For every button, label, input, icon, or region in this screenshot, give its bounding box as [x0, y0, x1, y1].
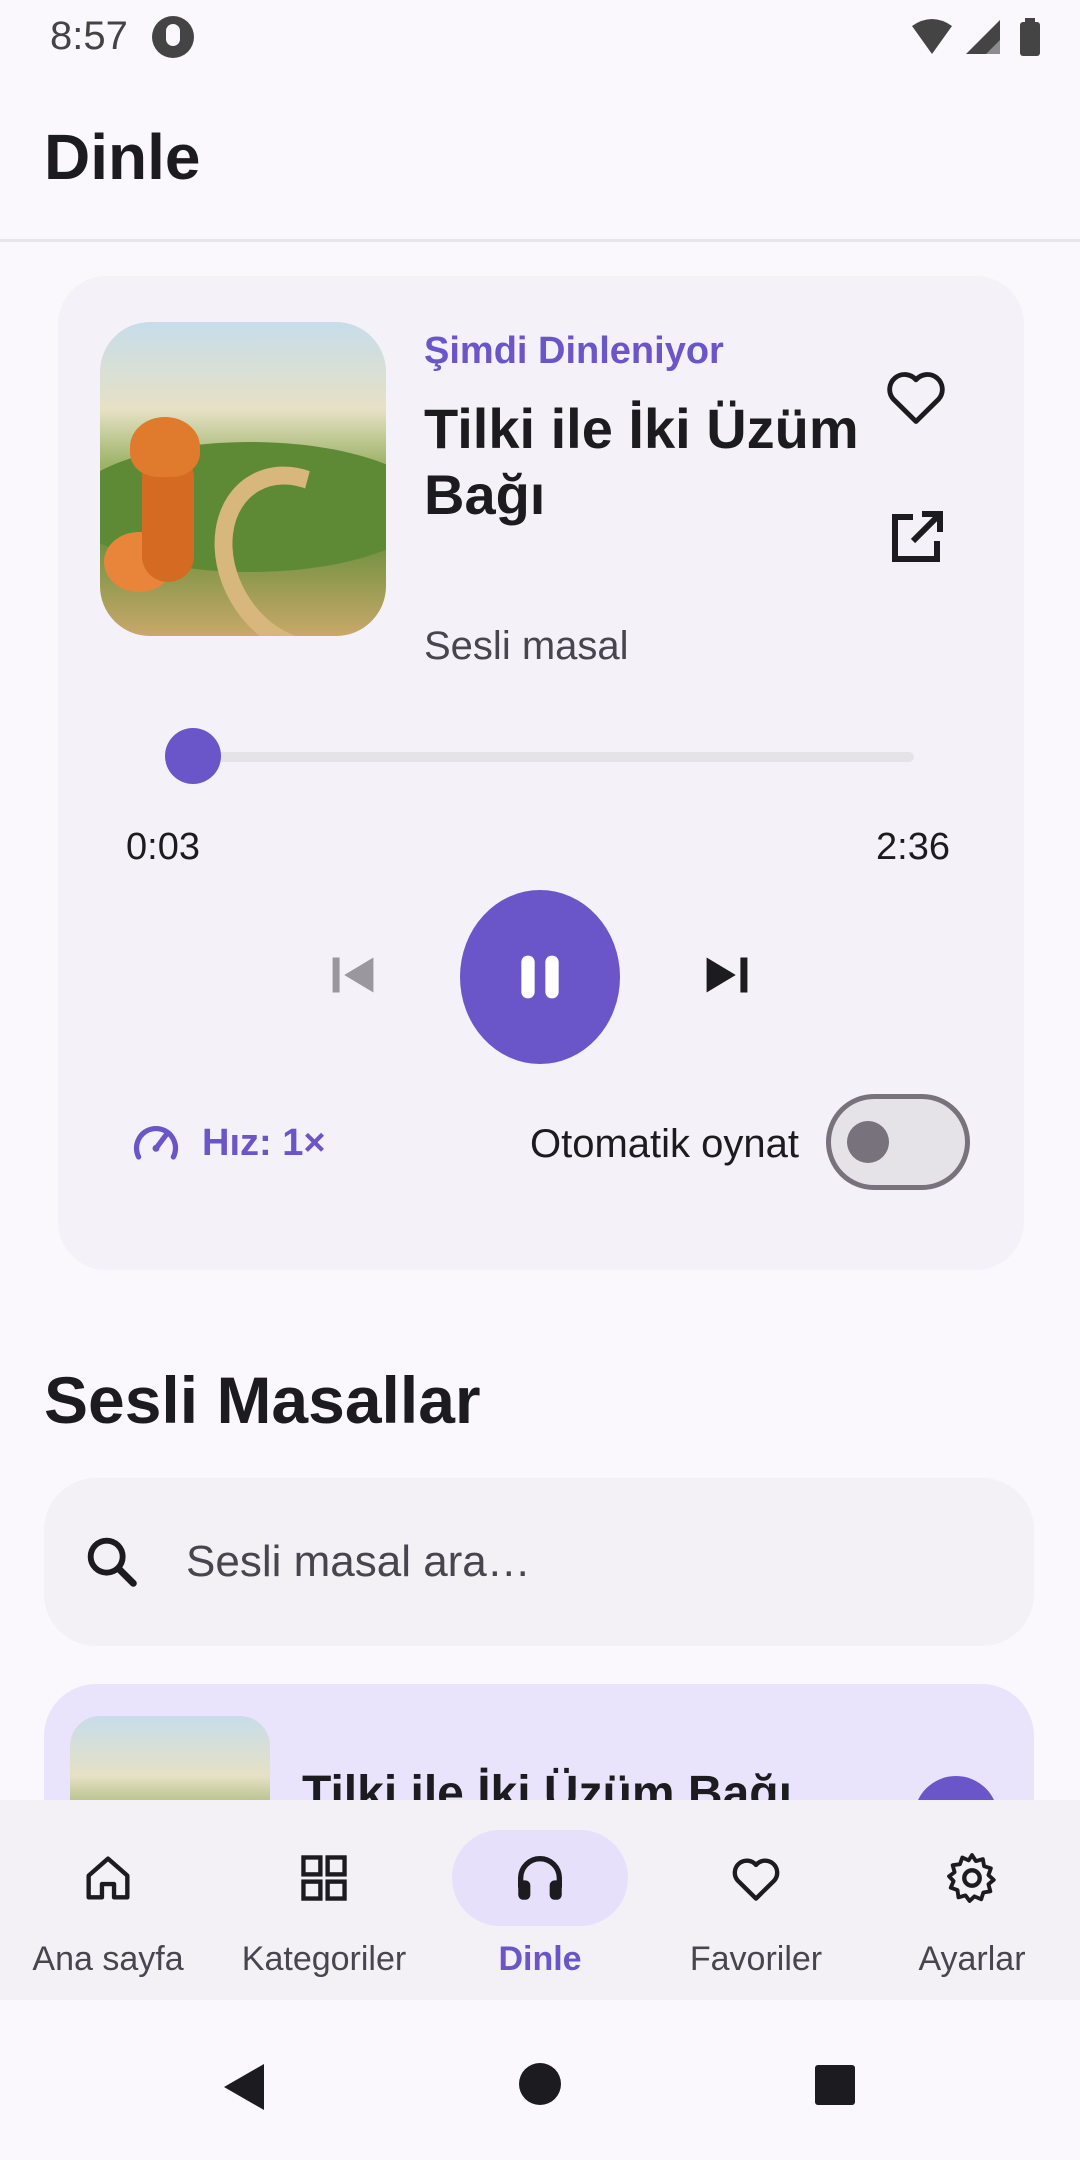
track-title: Tilki ile İki Üzüm Bağı: [424, 397, 859, 526]
list-item-thumbnail: [70, 1716, 270, 1800]
skip-previous-icon: [332, 957, 374, 993]
pause-button[interactable]: [460, 890, 620, 1064]
open-in-new-icon: [892, 511, 943, 562]
nav-item-settings[interactable]: Ayarlar: [864, 1830, 1080, 1980]
home-circle-icon[interactable]: [518, 2062, 562, 2106]
section-title: Sesli Masallar: [44, 1363, 481, 1437]
nav-label-listen: Dinle: [498, 1940, 582, 1978]
progress-thumb[interactable]: [164, 728, 221, 784]
audio-tale-list: Tilki ile İki Üzüm Bağı: [0, 1684, 1080, 1800]
nav-label-categories: Kategoriler: [241, 1940, 407, 1978]
pause-icon: [521, 955, 559, 999]
heart-outline-icon: [887, 372, 945, 424]
skip-next-icon: [706, 957, 748, 993]
cover-art-image: [100, 322, 386, 636]
now-playing-label: Şimdi Dinleniyor: [424, 330, 724, 372]
status-bar: 8:57: [0, 0, 1080, 74]
back-icon[interactable]: [222, 2062, 266, 2112]
nav-item-categories[interactable]: Kategoriler: [216, 1830, 432, 1980]
status-icons: [912, 18, 1040, 56]
nav-item-home[interactable]: Ana sayfa: [0, 1830, 216, 1980]
list-item-title: Tilki ile İki Üzüm Bağı: [302, 1767, 792, 1800]
progress-track[interactable]: [178, 752, 914, 762]
home-icon: [86, 1856, 130, 1900]
search-input[interactable]: [186, 1530, 966, 1594]
page-title: Dinle: [44, 121, 201, 193]
time-elapsed: 0:03: [126, 826, 200, 868]
nav-label-settings: Ayarlar: [918, 1940, 1026, 1978]
speed-label[interactable]: Hız: 1×: [202, 1122, 326, 1165]
headphones-icon: [518, 1856, 562, 1900]
autoplay-switch[interactable]: [826, 1094, 970, 1190]
wifi-icon: [912, 19, 952, 54]
favorite-button[interactable]: [880, 360, 952, 432]
nav-label-favorites: Favoriler: [689, 1940, 823, 1978]
system-navigation-bar: [0, 2000, 1080, 2160]
search-icon: [87, 1537, 137, 1587]
speedometer-icon: [133, 1125, 179, 1160]
heart-icon: [732, 1858, 780, 1901]
nav-item-favorites[interactable]: Favoriler: [648, 1830, 864, 1980]
recents-icon[interactable]: [814, 2064, 856, 2106]
battery-icon: [1020, 18, 1040, 56]
switch-knob: [847, 1121, 889, 1163]
nav-item-listen[interactable]: Dinle: [432, 1830, 648, 1980]
status-time: 8:57: [50, 14, 128, 58]
open-external-button[interactable]: [880, 502, 952, 574]
gear-icon: [947, 1853, 996, 1903]
nav-label-home: Ana sayfa: [32, 1940, 184, 1978]
app-notification-icon: [152, 16, 194, 58]
list-item[interactable]: Tilki ile İki Üzüm Bağı: [44, 1684, 1034, 1800]
cell-signal-icon: [966, 20, 1000, 54]
next-track-button[interactable]: [692, 940, 762, 1010]
previous-track-button[interactable]: [318, 940, 388, 1010]
autoplay-label: Otomatik oynat: [530, 1122, 800, 1166]
time-total: 2:36: [876, 826, 950, 868]
list-item-play-button[interactable]: [914, 1776, 998, 1800]
grid-icon: [301, 1855, 347, 1901]
track-subtitle: Sesli masal: [424, 624, 629, 668]
